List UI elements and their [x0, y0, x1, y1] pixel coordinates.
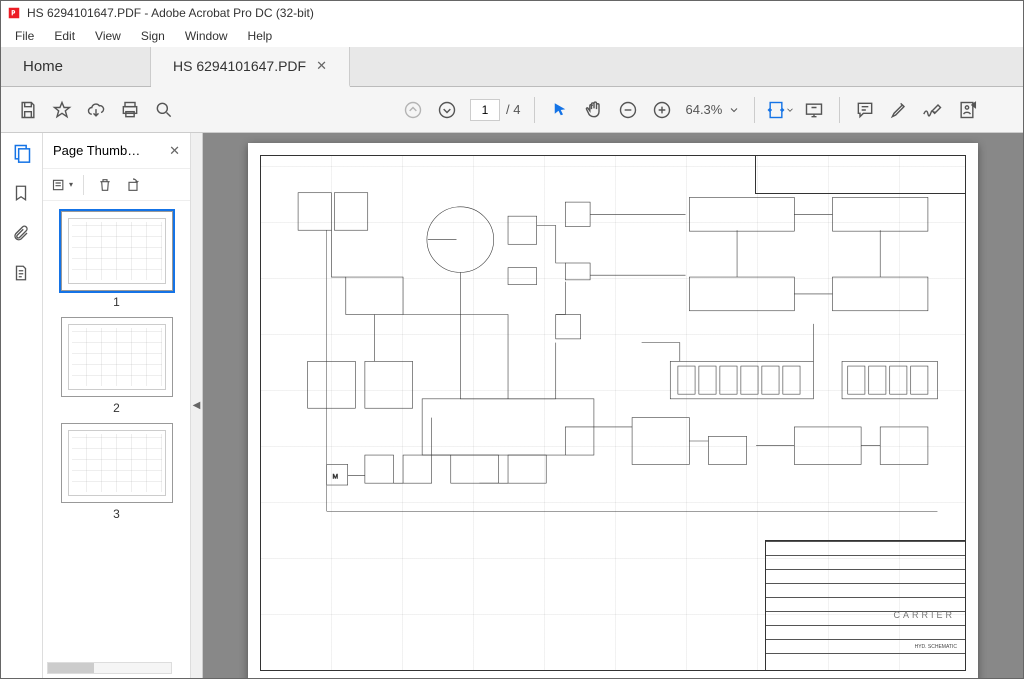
- close-tab-icon[interactable]: ✕: [316, 58, 327, 74]
- find-button[interactable]: [147, 93, 181, 127]
- acrobat-app-icon: [7, 6, 21, 20]
- page-down-button[interactable]: [430, 93, 464, 127]
- tab-bar: Home HS 6294101647.PDF ✕: [1, 47, 1023, 87]
- menu-edit[interactable]: Edit: [46, 27, 83, 45]
- drawing-subtitle: CARRIER: [893, 610, 955, 620]
- delete-page-button[interactable]: [94, 174, 116, 196]
- options-button[interactable]: ▾: [51, 174, 73, 196]
- page-number: / 4: [470, 99, 520, 121]
- horizontal-scrollbar[interactable]: [47, 662, 172, 674]
- main-toolbar: / 4 64.3%: [1, 87, 1023, 133]
- highlight-button[interactable]: [882, 93, 916, 127]
- thumbnail-3[interactable]: 3: [51, 423, 182, 521]
- read-mode-button[interactable]: [797, 93, 831, 127]
- comment-button[interactable]: [848, 93, 882, 127]
- nav-rail: [1, 133, 43, 678]
- window-title: HS 6294101647.PDF - Adobe Acrobat Pro DC…: [27, 6, 314, 20]
- select-tool-button[interactable]: [543, 93, 577, 127]
- chevron-down-icon: [728, 104, 740, 116]
- collapse-panel-button[interactable]: ◀: [191, 133, 203, 678]
- attachment-rail-icon[interactable]: [12, 223, 32, 243]
- chevron-down-icon: [785, 105, 795, 115]
- menu-help[interactable]: Help: [240, 27, 281, 45]
- menu-sign[interactable]: Sign: [133, 27, 173, 45]
- thumbnails-panel: Page Thumb… ✕ ▾ 1 2 3: [43, 133, 191, 678]
- svg-text:M: M: [332, 474, 338, 481]
- print-button[interactable]: [113, 93, 147, 127]
- close-panel-icon[interactable]: ✕: [169, 143, 180, 159]
- thumbnails-toolbar: ▾: [43, 169, 190, 201]
- bookmark-rail-icon[interactable]: [12, 183, 32, 203]
- main-area: Page Thumb… ✕ ▾ 1 2 3 ◀: [1, 133, 1023, 678]
- menu-view[interactable]: View: [87, 27, 129, 45]
- fit-width-button[interactable]: [763, 93, 797, 127]
- hand-tool-button[interactable]: [577, 93, 611, 127]
- document-viewport[interactable]: M: [203, 133, 1023, 678]
- menu-file[interactable]: File: [7, 27, 42, 45]
- page-input[interactable]: [470, 99, 500, 121]
- rotate-page-button[interactable]: [122, 174, 144, 196]
- thumbnails-rail-icon[interactable]: [12, 143, 32, 163]
- thumbnails-list[interactable]: 1 2 3: [43, 201, 190, 678]
- zoom-select[interactable]: 64.3%: [685, 102, 740, 117]
- title-bar: HS 6294101647.PDF - Adobe Acrobat Pro DC…: [1, 1, 1023, 25]
- page-total: 4: [513, 102, 520, 117]
- panel-title: Page Thumb…: [53, 143, 140, 158]
- menu-window[interactable]: Window: [177, 27, 236, 45]
- sign-button[interactable]: [916, 93, 950, 127]
- drawing-title: HYD. SCHEMATIC: [915, 644, 957, 650]
- document-rail-icon[interactable]: [12, 263, 32, 283]
- star-button[interactable]: [45, 93, 79, 127]
- stamp-button[interactable]: [950, 93, 984, 127]
- zoom-in-button[interactable]: [645, 93, 679, 127]
- zoom-out-button[interactable]: [611, 93, 645, 127]
- hydraulic-schematic-drawing: M: [260, 155, 966, 671]
- page-up-button[interactable]: [396, 93, 430, 127]
- tab-home[interactable]: Home: [1, 47, 151, 86]
- cloud-share-button[interactable]: [79, 93, 113, 127]
- pdf-page: M: [248, 143, 978, 678]
- tab-document[interactable]: HS 6294101647.PDF ✕: [151, 47, 350, 87]
- save-button[interactable]: [11, 93, 45, 127]
- thumbnail-1[interactable]: 1: [51, 211, 182, 309]
- thumbnail-2[interactable]: 2: [51, 317, 182, 415]
- menu-bar: File Edit View Sign Window Help: [1, 25, 1023, 47]
